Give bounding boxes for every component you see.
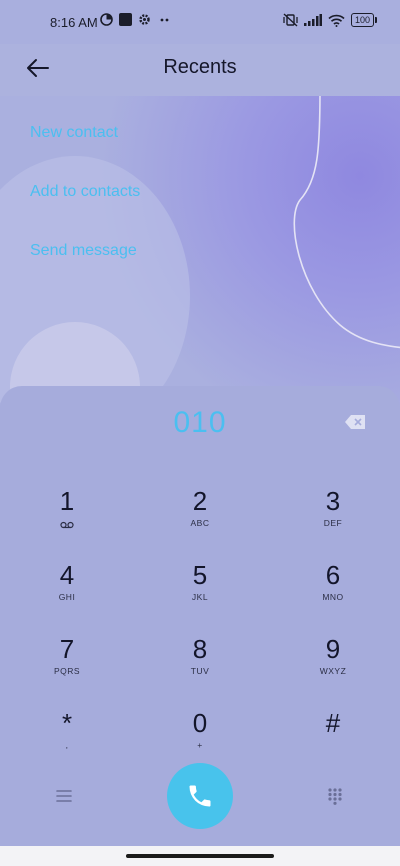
key-1[interactable]: 1 <box>17 486 117 546</box>
app-notification-icon <box>119 13 132 26</box>
vibrate-off-icon <box>283 13 298 27</box>
app-header: Recents <box>0 44 400 96</box>
key-hash[interactable]: # <box>283 708 383 768</box>
key-3[interactable]: 3 DEF <box>283 486 383 546</box>
key-digit: 7 <box>59 634 75 664</box>
key-9[interactable]: 9 WXYZ <box>283 634 383 694</box>
key-4[interactable]: 4 GHI <box>17 560 117 620</box>
key-letters: ABC <box>190 518 210 528</box>
key-digit: 3 <box>325 486 341 516</box>
key-letters: WXYZ <box>319 666 347 676</box>
call-button[interactable] <box>167 763 233 829</box>
key-digit: 0 <box>192 708 208 738</box>
signal-icon <box>303 14 322 26</box>
key-letters: DEF <box>323 518 343 528</box>
key-2[interactable]: 2 ABC <box>150 486 250 546</box>
key-star[interactable]: *, <box>17 708 117 768</box>
key-digit: 5 <box>192 560 208 590</box>
new-contact-link[interactable]: New contact <box>30 124 118 142</box>
call-icon <box>189 785 211 807</box>
key-digit: 8 <box>192 634 208 664</box>
send-message-link[interactable]: Send message <box>30 242 137 260</box>
status-right: 100 <box>283 13 378 27</box>
voicemail-icon <box>60 521 74 529</box>
status-time: 8:16 AM <box>50 15 98 30</box>
key-letters: + <box>197 740 203 750</box>
key-digit: 1 <box>59 486 75 516</box>
home-indicator[interactable] <box>126 854 274 858</box>
key-letters: JKL <box>191 592 209 602</box>
key-letters: , <box>65 740 69 750</box>
dialed-number: 010 <box>173 406 227 439</box>
data-saver-icon <box>100 13 113 26</box>
key-letters: TUV <box>190 666 210 676</box>
key-digit: 6 <box>325 560 341 590</box>
page-title: Recents <box>163 56 237 78</box>
key-letters: MNO <box>322 592 344 602</box>
battery-indicator: 100 <box>350 13 378 27</box>
key-digit: 4 <box>59 560 75 590</box>
key-letters: PQRS <box>53 666 81 676</box>
settings-gear-icon <box>139 14 150 25</box>
key-digit: 2 <box>192 486 208 516</box>
key-letters: GHI <box>58 592 76 602</box>
status-bar: 8:16 AM 100 <box>0 0 400 44</box>
gesture-bar <box>0 846 400 866</box>
key-8[interactable]: 8 TUV <box>150 634 250 694</box>
backspace-icon[interactable] <box>344 414 366 430</box>
key-digit: # <box>325 708 341 738</box>
dialpad-icon[interactable] <box>327 787 343 805</box>
actions-area: New contact Add to contacts Send message <box>0 96 400 406</box>
menu-icon[interactable] <box>56 789 72 803</box>
key-7[interactable]: 7 PQRS <box>17 634 117 694</box>
decorative-curve <box>293 96 400 349</box>
dialer-keypad: 010 1 2 ABC 3 DEF 4 GHI 5 JKL 6 MNO 7 PQRS 8 TU… <box>0 386 400 866</box>
more-notifications-icon <box>160 18 169 22</box>
add-to-contacts-link[interactable]: Add to contacts <box>30 183 140 201</box>
key-0[interactable]: 0 + <box>150 708 250 768</box>
key-5[interactable]: 5 JKL <box>150 560 250 620</box>
key-digit: * <box>61 708 73 738</box>
wifi-icon <box>328 14 345 27</box>
key-6[interactable]: 6 MNO <box>283 560 383 620</box>
key-digit: 9 <box>325 634 341 664</box>
